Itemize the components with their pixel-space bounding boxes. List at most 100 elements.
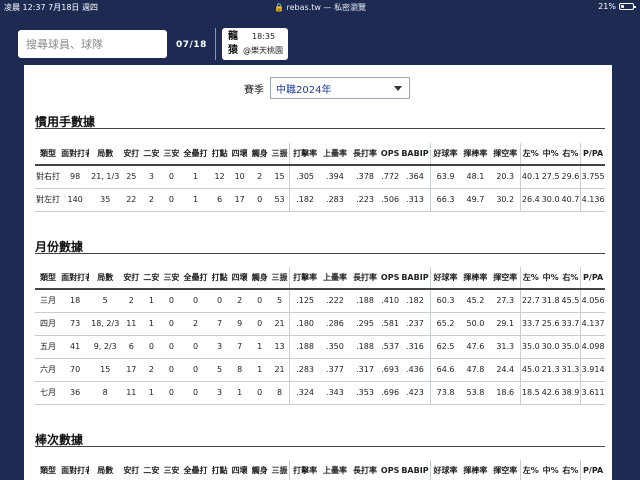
table-cell: .313	[400, 188, 431, 212]
table-cell: 62.5	[429, 335, 461, 359]
table-cell: 25	[121, 165, 142, 189]
table-cell: 15	[269, 165, 290, 189]
table-cell: 10	[229, 165, 250, 189]
column-header: 二安	[141, 267, 162, 290]
table-cell: 2	[249, 165, 270, 189]
table-cell: 6	[209, 188, 230, 212]
table-cell: 17	[229, 188, 250, 212]
table-cell: 0	[249, 289, 270, 313]
table-cell: 0	[161, 358, 182, 382]
status-url[interactable]: 🔒 rebas.tw — 私密瀏覽	[0, 2, 640, 13]
table-cell: .222	[319, 289, 350, 313]
game-teams: 龍 猿	[228, 31, 238, 56]
table-cell: 24.4	[490, 358, 521, 382]
table-cell: 38.9	[560, 381, 581, 405]
table-cell: .125	[289, 289, 320, 313]
navbar-divider	[215, 28, 216, 60]
table-cell: 六月	[35, 358, 62, 382]
column-header: 觸身	[249, 267, 270, 290]
column-header: 左%	[520, 267, 541, 290]
game-venue: @樂天桃園	[243, 46, 283, 55]
table-cell: .364	[400, 165, 431, 189]
table-cell: 36	[61, 381, 90, 405]
table-cell: 45.2	[460, 289, 491, 313]
table-cell: .350	[319, 335, 350, 359]
table-cell: 29.1	[490, 312, 521, 336]
table-cell: .316	[400, 335, 431, 359]
table-cell: 3	[209, 381, 230, 405]
table-cell: 35.0	[560, 335, 581, 359]
date-pager[interactable]: 07/18	[176, 40, 207, 50]
table-cell: 18	[61, 289, 90, 313]
column-header: 三安	[161, 267, 182, 290]
table-cell: 50.0	[460, 312, 491, 336]
column-header: 局數	[89, 143, 122, 166]
table-cell: 0	[181, 289, 210, 313]
column-header: 打點	[209, 460, 230, 480]
table-cell: 48.1	[460, 165, 491, 189]
table-cell: 17	[121, 358, 142, 382]
table-cell: 3.755	[580, 165, 605, 189]
table-cell: 140	[61, 188, 90, 212]
table-cell: 33.7	[560, 312, 581, 336]
season-filter: 賽季 中職2024年	[244, 77, 410, 99]
content-panel: 賽季 中職2024年 慣用手數據 類型面對打者局數安打二安三安全壘打打點四壞觸身…	[24, 65, 612, 480]
table-cell: 0	[161, 165, 182, 189]
column-header: 右%	[560, 460, 581, 480]
table-cell: 31.3	[560, 358, 581, 382]
table-cell: 20.3	[490, 165, 521, 189]
table-cell: 60.3	[429, 289, 461, 313]
search-input[interactable]	[18, 30, 167, 58]
column-header: 打擊率	[289, 143, 320, 166]
column-header: 中%	[540, 143, 561, 166]
table-cell: .394	[319, 165, 350, 189]
table-row: 六月 70 15 17 2 0 0 5 8 1 21.283.377.317.693.436 64.6…	[35, 358, 605, 382]
table-cell: 33.7	[520, 312, 541, 336]
column-header: 類型	[35, 267, 62, 290]
column-header: OPS	[380, 460, 401, 480]
table-cell: 5	[89, 289, 122, 313]
table-cell: 40.7	[560, 188, 581, 212]
column-header: 安打	[121, 267, 142, 290]
table-cell: 2	[141, 188, 162, 212]
table-cell: .377	[319, 358, 350, 382]
table-cell: 13	[269, 335, 290, 359]
table-cell: 64.6	[429, 358, 461, 382]
table-cell: 26.4	[520, 188, 541, 212]
season-select[interactable]: 中職2024年	[270, 77, 410, 99]
column-header: 左%	[520, 460, 541, 480]
table-cell: 0	[161, 312, 182, 336]
column-header: 揮空率	[490, 143, 521, 166]
table-cell: 對右打	[35, 165, 62, 189]
table-cell: 6	[121, 335, 142, 359]
table-row: 五月 41 9, 2/3 6 0 0 0 3 7 1 13.188.350.188.537.316 6…	[35, 335, 605, 359]
table-cell: 2	[141, 358, 162, 382]
battery-percent: 21%	[598, 2, 616, 11]
column-header: 二安	[141, 460, 162, 480]
table-cell: 21	[269, 312, 290, 336]
table-cell: 41	[61, 335, 90, 359]
column-header: 觸身	[249, 143, 270, 166]
table-cell: .378	[350, 165, 381, 189]
table-cell: 七月	[35, 381, 62, 405]
column-header: 揮空率	[490, 267, 521, 290]
table-cell: 1	[141, 312, 162, 336]
table-cell: 2	[181, 312, 210, 336]
table-cell: .772	[380, 165, 401, 189]
game-card[interactable]: 龍 猿 18:35 @樂天桃園	[222, 28, 288, 60]
column-header: 揮棒率	[460, 143, 491, 166]
table-cell: 53	[269, 188, 290, 212]
table-cell: 對左打	[35, 188, 62, 212]
column-header: P/PA	[580, 460, 605, 480]
table-cell: 31.8	[540, 289, 561, 313]
table-cell: 21, 1/3	[89, 165, 122, 189]
table-cell: .283	[319, 188, 350, 212]
table-cell: 35	[89, 188, 122, 212]
column-header: 上壘率	[319, 267, 350, 290]
table-cell: 9, 2/3	[89, 335, 122, 359]
column-header: 左%	[520, 143, 541, 166]
battery-icon	[619, 3, 636, 10]
column-header: 三安	[161, 460, 182, 480]
table-cell: .423	[400, 381, 431, 405]
column-header: 觸身	[249, 460, 270, 480]
